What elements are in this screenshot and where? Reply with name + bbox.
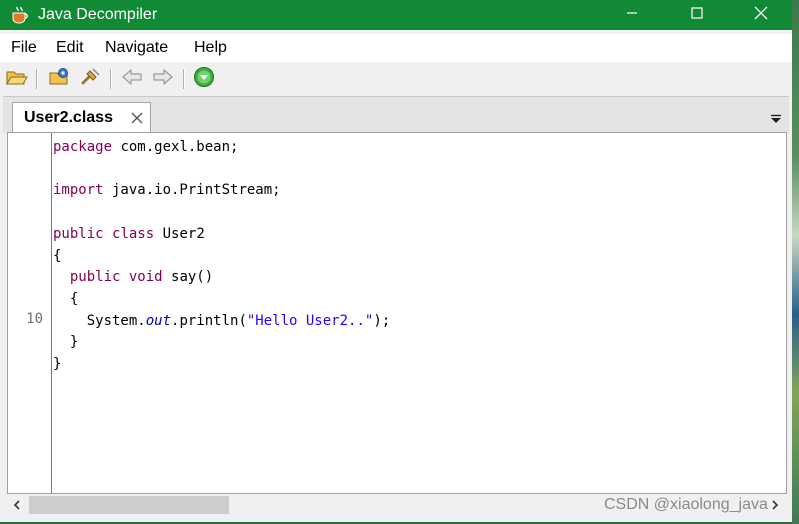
open-file-icon	[6, 67, 28, 92]
tab-list-dropdown-icon[interactable]	[769, 111, 783, 123]
watermark: CSDN @xiaolong_java	[604, 496, 768, 513]
app-window: Java Decompiler File Edit Navigate Help	[0, 0, 792, 522]
menu-edit[interactable]: Edit	[56, 38, 84, 58]
code-editor[interactable]: 10 package com.gexl.bean; import java.io.…	[7, 132, 787, 494]
code-line: package com.gexl.bean;	[53, 137, 238, 157]
keyword-token: class	[112, 225, 155, 242]
toolbar-separator	[110, 69, 112, 89]
code-token: }	[53, 334, 79, 351]
maximize-icon	[691, 6, 703, 24]
coffee-cup-icon	[10, 5, 30, 25]
field-token: out	[145, 312, 172, 329]
window-title: Java Decompiler	[38, 6, 158, 23]
code-token: com.gexl.bean;	[112, 139, 239, 155]
code-token: }	[53, 356, 62, 372]
keyword-token: void	[128, 269, 163, 286]
keyword-token: package	[53, 139, 113, 155]
toolbar	[0, 64, 792, 94]
tab-strip: User2.class	[3, 96, 789, 133]
code-token: User2	[154, 225, 205, 242]
scroll-right-icon[interactable]	[767, 497, 783, 513]
keyword-token: import	[53, 182, 104, 199]
close-button[interactable]	[738, 0, 784, 30]
code-token: {	[53, 247, 62, 264]
toolbar-separator	[36, 69, 38, 89]
desktop-background	[792, 0, 799, 524]
open-file-button[interactable]	[5, 67, 29, 91]
line-number: 10	[26, 310, 43, 327]
keyword-token: public	[69, 269, 121, 286]
maximize-button[interactable]	[674, 0, 720, 30]
code-line: public void say()	[53, 267, 213, 287]
string-token: "Hello User2.."	[246, 312, 374, 329]
scrollbar-thumb[interactable]	[29, 496, 229, 514]
minimize-icon	[626, 6, 638, 24]
code-token: System.	[53, 312, 146, 329]
tab-label: User2.class	[24, 109, 113, 126]
scroll-left-icon[interactable]	[9, 497, 25, 513]
forward-button[interactable]	[151, 67, 175, 91]
code-line: {	[53, 246, 61, 266]
open-type-button[interactable]	[48, 67, 72, 91]
close-tab-icon[interactable]	[130, 111, 144, 125]
menu-bar: File Edit Navigate Help	[0, 34, 792, 62]
code-token: {	[53, 290, 79, 307]
code-line: }	[53, 332, 78, 352]
close-icon	[754, 6, 768, 25]
open-type-icon	[49, 67, 71, 92]
menu-file[interactable]: File	[11, 38, 37, 58]
go-button[interactable]	[192, 66, 216, 93]
code-token: say()	[162, 269, 214, 286]
title-bar[interactable]: Java Decompiler	[0, 0, 792, 30]
menu-navigate[interactable]: Navigate	[105, 38, 168, 58]
code-line: import java.io.PrintStream;	[53, 180, 281, 200]
line-number-gutter: 10	[8, 133, 52, 493]
toolbar-separator	[183, 69, 185, 89]
minimize-button[interactable]	[609, 0, 655, 30]
keyword-token: public	[53, 225, 104, 242]
back-button[interactable]	[120, 67, 144, 91]
code-token: );	[373, 312, 391, 329]
tab-user2-class[interactable]: User2.class	[12, 102, 151, 133]
back-arrow-icon	[121, 68, 143, 91]
code-line: }	[53, 354, 61, 374]
forward-arrow-icon	[152, 68, 174, 91]
code-token: java.io.PrintStream;	[103, 182, 281, 199]
search-icon	[79, 67, 101, 92]
go-icon	[193, 66, 215, 93]
menu-help[interactable]: Help	[194, 38, 227, 58]
code-line: System.out.println("Hello User2..");	[53, 311, 390, 331]
code-line: {	[53, 289, 78, 309]
search-button[interactable]	[78, 67, 102, 91]
code-line: public class User2	[53, 224, 205, 244]
code-token: .println(	[171, 312, 247, 329]
